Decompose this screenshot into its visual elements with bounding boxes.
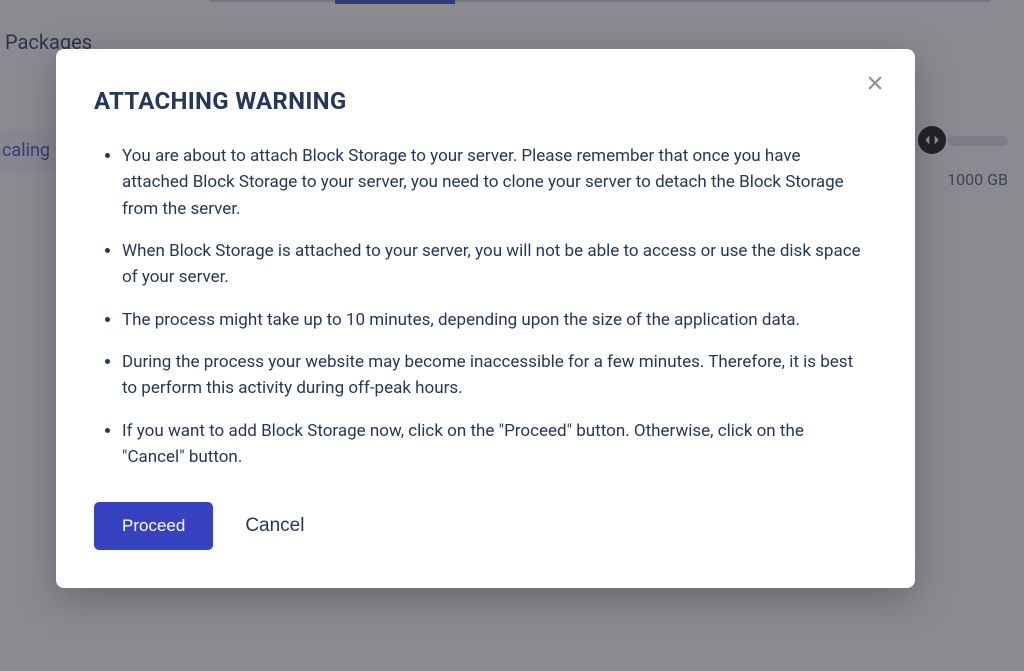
- warning-item: When Block Storage is attached to your s…: [122, 238, 877, 291]
- proceed-button[interactable]: Proceed: [94, 502, 213, 550]
- warning-item: If you want to add Block Storage now, cl…: [122, 418, 877, 471]
- close-button[interactable]: [861, 71, 889, 99]
- warning-item: The process might take up to 10 minutes,…: [122, 307, 877, 333]
- modal-action-row: Proceed Cancel: [94, 502, 877, 550]
- close-icon: [866, 71, 884, 99]
- cancel-button[interactable]: Cancel: [241, 505, 308, 547]
- modal-title: ATTACHING WARNING: [94, 87, 877, 115]
- warning-list: You are about to attach Block Storage to…: [94, 143, 877, 470]
- warning-item: You are about to attach Block Storage to…: [122, 143, 877, 222]
- attaching-warning-modal: ATTACHING WARNING You are about to attac…: [56, 49, 915, 588]
- warning-item: During the process your website may beco…: [122, 349, 877, 402]
